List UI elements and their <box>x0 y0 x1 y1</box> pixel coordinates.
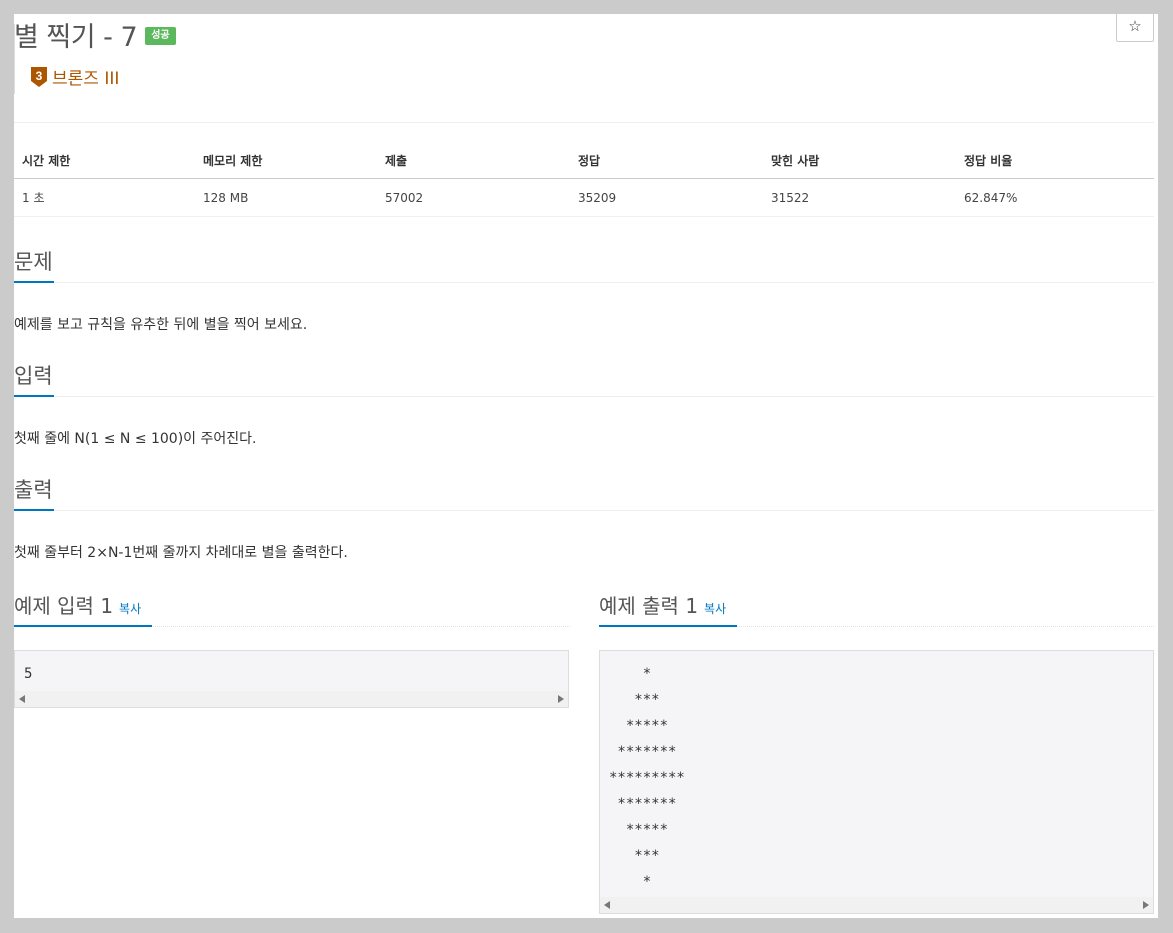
favorite-button[interactable]: ☆ <box>1116 14 1154 42</box>
problem-description: 예제를 보고 규칙을 유추한 뒤에 별을 찍어 보세요. <box>14 317 308 333</box>
input-section: 입력 첫째 줄에 N(1 ≤ N ≤ 100)이 주어진다. <box>14 356 1154 448</box>
input-heading: 입력 <box>14 364 53 388</box>
copy-output-button[interactable]: 복사 <box>704 602 726 616</box>
status-badge: 성공 <box>145 27 176 45</box>
header-submissions: 제출 <box>377 142 570 179</box>
tier-label: 브론즈 III <box>52 69 120 89</box>
header-divider <box>14 122 1154 123</box>
header-accept-ratio: 정답 비율 <box>956 142 1154 179</box>
scroll-right-arrow-icon[interactable] <box>558 695 564 703</box>
scroll-left-arrow-icon[interactable] <box>19 695 25 703</box>
output-description: 첫째 줄부터 2×N-1번째 줄까지 차례대로 별을 출력한다. <box>14 545 348 561</box>
page-title: 별 찍기 - 7 <box>14 21 138 53</box>
value-time-limit: 1 초 <box>14 178 195 217</box>
horizontal-scrollbar[interactable] <box>15 691 568 707</box>
value-accepted[interactable]: 35209 <box>570 178 763 217</box>
sample-input-heading-block: 예제 입력 1 복사 <box>14 588 570 627</box>
sample-output-box: * *** ***** ******* ********* ******* **… <box>599 650 1154 914</box>
sample-input-box: 5 <box>14 650 569 708</box>
tier-number: 3 <box>36 69 43 83</box>
scroll-left-arrow-icon[interactable] <box>604 901 610 909</box>
copy-input-button[interactable]: 복사 <box>119 602 141 616</box>
sample-output-heading: 예제 출력 1 복사 <box>599 590 726 619</box>
header-memory-limit: 메모리 제한 <box>195 142 377 179</box>
sample-output-content: * *** ***** ******* ********* ******* **… <box>609 666 685 890</box>
output-heading: 출력 <box>14 478 53 502</box>
horizontal-scrollbar[interactable] <box>600 897 1153 913</box>
value-accept-ratio: 62.847% <box>956 178 1154 217</box>
problem-heading: 문제 <box>14 250 53 274</box>
tier-badge[interactable]: 3 브론즈 III <box>30 64 119 89</box>
header-accepted: 정답 <box>570 142 763 179</box>
info-header-row: 시간 제한 메모리 제한 제출 정답 맞힌 사람 정답 비율 <box>14 142 1154 179</box>
heading-underline <box>14 509 54 511</box>
sample-input-heading: 예제 입력 1 복사 <box>14 590 141 619</box>
sample-input-block: 예제 입력 1 복사 5 <box>14 588 570 708</box>
problem-heading-block: 문제 <box>14 242 1154 283</box>
heading-underline <box>14 625 152 627</box>
heading-underline <box>599 625 737 627</box>
problem-page: 별 찍기 - 7 성공 ☆ 3 브론즈 III 시간 제한 메모리 제한 제출 … <box>14 14 1158 918</box>
problem-section: 문제 예제를 보고 규칙을 유추한 뒤에 별을 찍어 보세요. <box>14 242 1154 334</box>
sample-input-title: 예제 입력 1 <box>14 594 114 618</box>
heading-underline <box>14 395 54 397</box>
sample-input-content: 5 <box>24 666 33 682</box>
sample-output-block: 예제 출력 1 복사 * *** ***** ******* ********* … <box>599 588 1154 918</box>
header-solved-users: 맞힌 사람 <box>763 142 956 179</box>
header-time-limit: 시간 제한 <box>14 142 195 179</box>
value-submissions[interactable]: 57002 <box>377 178 570 217</box>
scroll-right-arrow-icon[interactable] <box>1143 901 1149 909</box>
value-memory-limit: 128 MB <box>195 178 377 217</box>
value-solved-users[interactable]: 31522 <box>763 178 956 217</box>
input-heading-block: 입력 <box>14 356 1154 397</box>
output-section: 출력 첫째 줄부터 2×N-1번째 줄까지 차례대로 별을 출력한다. <box>14 470 1154 562</box>
heading-underline <box>14 281 54 283</box>
output-heading-block: 출력 <box>14 470 1154 511</box>
info-value-row: 1 초 128 MB 57002 35209 31522 62.847% <box>14 178 1154 217</box>
title-row: 별 찍기 - 7 성공 <box>14 16 176 53</box>
sample-output-heading-block: 예제 출력 1 복사 <box>599 588 1154 627</box>
input-description: 첫째 줄에 N(1 ≤ N ≤ 100)이 주어진다. <box>14 431 257 447</box>
bronze-tier-icon: 3 <box>31 66 47 87</box>
star-icon: ☆ <box>1128 17 1142 35</box>
sample-output-title: 예제 출력 1 <box>599 594 699 618</box>
problem-info-table: 시간 제한 메모리 제한 제출 정답 맞힌 사람 정답 비율 1 초 128 M… <box>14 142 1154 217</box>
